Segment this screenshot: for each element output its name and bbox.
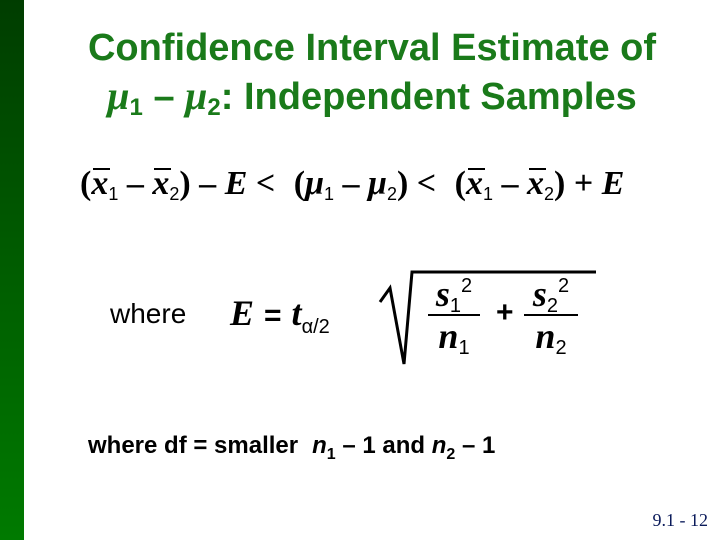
subscript: 1 [108,184,119,204]
numerator-s1-squared: s12 [435,274,473,317]
fraction-s2-n2: s22 n2 [524,274,578,359]
minus-sign: – [118,165,153,202]
paren: ( [80,165,92,202]
mu-symbol: μ [185,73,208,118]
subscript: 2 [544,184,555,204]
less-than: < [408,165,445,202]
subscript: 1 [129,94,143,121]
fraction-s1-n1: s12 n1 [428,274,480,359]
df-prefix: where df = smaller [88,432,299,459]
minus-sign: – [334,165,369,202]
title-line-2-text: : Independent Samples [220,76,637,118]
slide-number: 9.1 - 12 [652,510,709,530]
where-label: where [110,298,187,329]
close-plus: ) + [554,165,602,202]
mu-2: μ [368,165,387,202]
subscript: 2 [386,184,397,204]
sidebar-accent-bar [0,0,24,540]
x-bar-2: x [152,160,172,208]
subscript: 2 [207,94,221,121]
less-than: < [247,165,284,202]
alpha-over-2: α/2 [301,316,330,338]
subscript: 1 [482,184,493,204]
minus-sign: – [493,165,527,202]
mu-1: μ [305,165,324,202]
df-mid: – 1 and [335,432,432,459]
n-2: n [431,432,447,459]
df-suffix: – 1 [455,432,496,459]
subscript: 1 [324,184,335,204]
margin-E: E [601,165,625,202]
plus-sign: + [496,296,514,329]
n-1: n [312,432,327,459]
x-bar-2: x [527,160,546,208]
slide-title: Confidence Interval Estimate of μ1 – μ2:… [24,24,720,121]
margin-of-error-lhs: E = tα/2 [230,292,330,337]
x-bar-1: x [466,160,485,208]
numerator-s2-squared: s22 [532,274,570,317]
margin-E: E [230,293,255,333]
paren: ( [454,165,466,202]
mu-symbol: μ [107,73,130,118]
x-bar-1: x [91,160,111,208]
subscript: 1 [326,446,336,463]
degrees-of-freedom-note: where df = smaller n1 – 1 and n2 – 1 [88,432,496,463]
margin-E: E [224,165,248,202]
subscript: 2 [446,446,456,463]
title-line-1: Confidence Interval Estimate of [87,27,656,69]
close-minus: ) – [179,165,225,202]
paren: ( [293,165,306,202]
denominator-n2: n2 [535,316,567,359]
denominator-n1: n1 [438,316,470,359]
paren: ) [396,165,409,202]
subscript: 2 [169,184,180,204]
t-critical: t [291,293,302,333]
confidence-interval-formula: (x1 – x2) – E < (μ1 – μ2) < (x1 – x2) + … [80,160,624,208]
minus-sign: – [142,76,186,118]
equals-sign: = [264,299,282,332]
title-line-2: μ1 – μ2: Independent Samples [24,72,720,121]
